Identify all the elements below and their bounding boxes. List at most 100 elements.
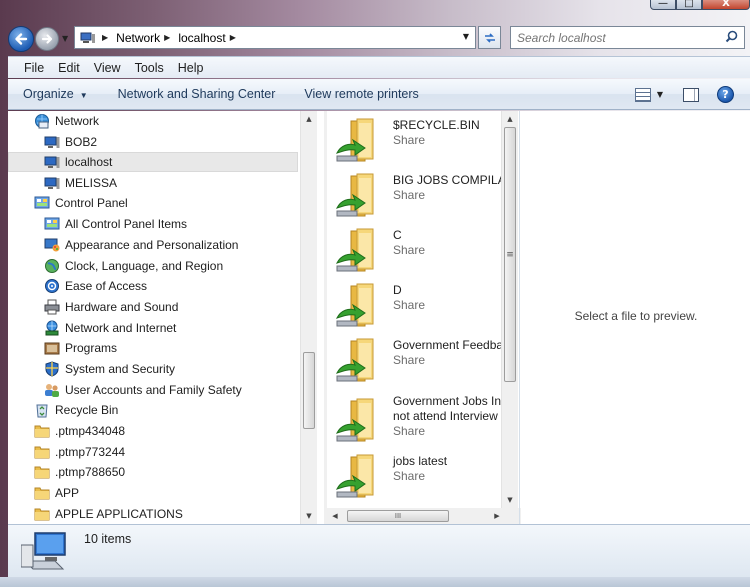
scroll-up-icon[interactable]: ▲ — [502, 111, 518, 127]
preview-pane-icon[interactable] — [683, 87, 699, 102]
file-name-line2: not attend Interview — [393, 409, 498, 423]
explorer-main: Network BOB2 localhost MELISSA Control P… — [8, 111, 750, 524]
file-type: Share — [393, 133, 426, 147]
file-item-gov-feedback[interactable]: Government Feedback Share — [333, 335, 505, 387]
nav-cp-appearance[interactable]: Appearance and Personalization — [44, 235, 238, 255]
nav-melissa[interactable]: MELISSA — [44, 173, 117, 193]
shared-folder-icon — [336, 398, 374, 442]
ease-of-access-icon — [45, 279, 59, 293]
item-count: 10 items — [84, 532, 132, 546]
view-options-dropdown[interactable]: ▼ — [657, 90, 663, 99]
folder-icon — [34, 425, 50, 438]
search-icon[interactable] — [725, 30, 738, 43]
horizontal-scroll-thumb[interactable]: III — [347, 510, 449, 522]
address-dropdown-icon[interactable]: ▼ — [463, 32, 469, 41]
refresh-button[interactable] — [478, 26, 501, 49]
file-list: $RECYCLE.BINShare BIG JOBS COMPILATIONSh… — [327, 111, 505, 508]
nav-label: Programs — [65, 341, 118, 355]
address-bar[interactable]: ▶ Network ▶ localhost ▶ ▼ — [74, 26, 476, 49]
horizontal-scrollbar[interactable]: ◀ III ▶ — [327, 508, 505, 524]
change-view-icon[interactable] — [634, 87, 651, 102]
nav-label: Control Panel — [55, 196, 128, 210]
window-frame-bottom — [0, 577, 750, 587]
file-item-gov-jobs[interactable]: Government Jobs Interviewnot attend Inte… — [333, 391, 505, 451]
nav-apple-applications[interactable]: APPLE APPLICATIONS — [34, 504, 183, 524]
nav-recycle-bin[interactable]: Recycle Bin — [34, 400, 118, 420]
nav-cp-network-internet[interactable]: Network and Internet — [44, 318, 176, 338]
scroll-left-icon[interactable]: ◀ — [327, 508, 343, 524]
nav-cp-user-accounts[interactable]: User Accounts and Family Safety — [44, 380, 242, 400]
file-type: Share — [393, 243, 426, 257]
nav-ptmp434048[interactable]: .ptmp434048 — [34, 421, 125, 441]
nav-cp-clock[interactable]: Clock, Language, and Region — [44, 256, 223, 276]
chevron-right-icon[interactable]: ▶ — [230, 33, 236, 42]
minimize-button[interactable]: — — [650, 0, 676, 10]
nav-cp-all-items[interactable]: All Control Panel Items — [44, 214, 187, 234]
nav-network[interactable]: Network — [34, 111, 99, 131]
file-type: Share — [393, 424, 426, 438]
file-name: C — [393, 228, 402, 242]
back-button[interactable] — [8, 26, 34, 52]
scroll-down-icon[interactable]: ▼ — [301, 508, 317, 524]
file-item-d[interactable]: D Share — [333, 280, 505, 332]
breadcrumb-root-arrow[interactable]: ▶ — [102, 33, 116, 42]
network-computer-icon — [80, 32, 95, 43]
help-icon[interactable]: ? — [717, 86, 734, 103]
menu-tools[interactable]: Tools — [135, 61, 164, 75]
file-item-jobs-latest[interactable]: jobs latest Share — [333, 451, 505, 503]
file-type: Share — [393, 298, 426, 312]
nav-scroll-thumb[interactable] — [303, 352, 315, 429]
organize-button[interactable]: Organize ▼ — [23, 87, 88, 101]
file-item-big-jobs[interactable]: BIG JOBS COMPILATIONShare — [333, 170, 505, 222]
breadcrumb-label: Network — [116, 30, 161, 45]
nav-label: .ptmp434048 — [55, 424, 126, 438]
scroll-up-icon[interactable]: ▲ — [301, 111, 317, 127]
view-remote-printers-button[interactable]: View remote printers — [304, 87, 418, 101]
nav-app[interactable]: APP — [34, 483, 79, 503]
folder-icon — [34, 508, 50, 521]
nav-cp-ease[interactable]: Ease of Access — [44, 276, 147, 296]
nav-label: System and Security — [65, 362, 176, 376]
file-item-c[interactable]: C Share — [333, 225, 505, 277]
maximize-button[interactable]: □ — [676, 0, 702, 10]
nav-ptmp788650[interactable]: .ptmp788650 — [34, 462, 125, 482]
shield-icon — [45, 361, 59, 377]
scroll-right-icon[interactable]: ▶ — [489, 508, 505, 524]
breadcrumb-localhost[interactable]: localhost ▶ — [178, 31, 244, 45]
nav-control-panel[interactable]: Control Panel — [34, 193, 128, 213]
nav-bob2[interactable]: BOB2 — [44, 132, 97, 152]
nav-ptmp773244[interactable]: .ptmp773244 — [34, 442, 125, 462]
forward-button[interactable] — [35, 27, 59, 51]
nav-label: Appearance and Personalization — [65, 238, 239, 252]
nav-cp-hardware[interactable]: Hardware and Sound — [44, 297, 178, 317]
file-name: Government Jobs Interview — [393, 394, 505, 408]
menu-view[interactable]: View — [94, 61, 121, 75]
nav-cp-programs[interactable]: Programs — [44, 338, 117, 358]
shared-folder-icon — [336, 118, 374, 162]
file-scrollbar[interactable]: ▲ ≡ ▼ — [501, 111, 518, 508]
menu-help[interactable]: Help — [178, 61, 204, 75]
nav-scrollbar[interactable]: ▲ ▼ — [300, 111, 317, 524]
search-box[interactable] — [510, 26, 745, 49]
recent-pages-dropdown[interactable]: ▼ — [62, 34, 68, 43]
close-button[interactable]: X — [702, 0, 750, 10]
search-input[interactable] — [517, 30, 717, 45]
nav-label: Recycle Bin — [55, 403, 119, 417]
breadcrumb-network[interactable]: Network ▶ — [116, 31, 178, 45]
chevron-right-icon[interactable]: ▶ — [164, 33, 170, 42]
menu-edit[interactable]: Edit — [58, 61, 80, 75]
file-scroll-thumb[interactable]: ≡ — [504, 127, 516, 382]
nav-localhost[interactable]: localhost — [8, 152, 298, 172]
nav-cp-system-security[interactable]: System and Security — [44, 359, 175, 379]
file-type: Share — [393, 469, 426, 483]
preview-message: Select a file to preview. — [574, 309, 698, 323]
computer-icon — [44, 177, 60, 189]
refresh-icon — [484, 32, 495, 43]
recycle-bin-icon — [36, 404, 48, 418]
network-sharing-center-button[interactable]: Network and Sharing Center — [118, 87, 276, 101]
appearance-icon — [44, 238, 60, 252]
file-item-recycle-bin[interactable]: $RECYCLE.BIN Share — [333, 115, 505, 167]
menu-file[interactable]: File — [24, 61, 44, 75]
nav-label: localhost — [65, 155, 113, 169]
scroll-down-icon[interactable]: ▼ — [502, 492, 518, 508]
